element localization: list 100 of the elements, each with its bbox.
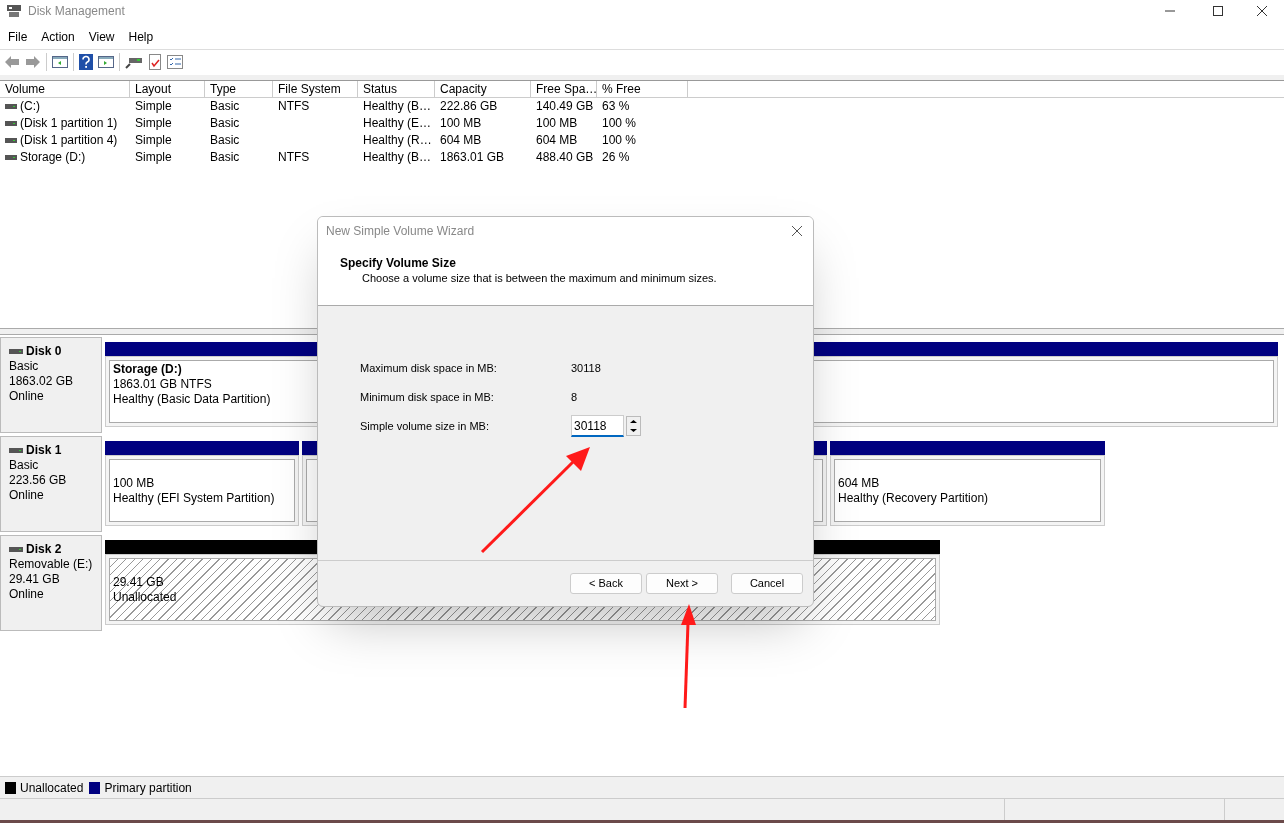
partition-title: Storage (D:)	[113, 362, 182, 378]
panel-icon[interactable]	[98, 55, 114, 70]
disk-info: Basic	[9, 359, 39, 375]
table-cell-text: Storage (D:)	[20, 149, 86, 167]
table-cell-text: 488.40 GB	[536, 149, 594, 167]
spin-buttons[interactable]	[626, 416, 641, 436]
window-title: Disk Management	[28, 2, 125, 20]
field-value: 30118	[571, 360, 601, 376]
partition-info: 100 MB	[113, 475, 155, 491]
dialog-button[interactable]: Cancel	[731, 573, 803, 594]
partition-block[interactable]: 100 MB Healthy (EFI System Partition)	[105, 455, 299, 527]
back-arrow-icon[interactable]	[4, 55, 20, 70]
table-cell-text: Simple	[135, 132, 172, 150]
column-header[interactable]: Layout	[130, 80, 205, 98]
disk-info: 29.41 GB	[9, 572, 60, 588]
table-cell-text: Simple	[135, 115, 172, 133]
table-cell-text: 63 %	[602, 98, 630, 116]
column-header[interactable]: Capacity	[435, 80, 531, 98]
menu-item[interactable]: Action	[41, 27, 75, 46]
disk-label-panel[interactable]: Disk 1 Basic 223.56 GB Online	[0, 436, 102, 533]
table-cell-text: 100 %	[602, 132, 637, 150]
partition-info: 604 MB	[838, 475, 880, 491]
table-cell-text: Healthy (B…	[363, 149, 432, 167]
close-icon[interactable]	[791, 225, 803, 237]
close-icon[interactable]	[1256, 4, 1268, 17]
disk-name: Disk 1	[26, 443, 62, 459]
table-cell-text: 100 MB	[536, 115, 578, 133]
table-cell-text: Simple	[135, 149, 172, 167]
panel-icon[interactable]	[52, 55, 68, 70]
dialog-button[interactable]: Next >	[646, 573, 718, 594]
drive-icon	[5, 137, 17, 143]
field-label: Simple volume size in MB:	[360, 418, 490, 434]
checked-document-icon[interactable]	[148, 54, 162, 71]
column-header[interactable]: % Free	[597, 80, 688, 98]
disk-info: Removable (E:)	[9, 557, 93, 573]
drive-icon	[9, 349, 23, 355]
drive-icon	[5, 103, 17, 109]
disk-info: Online	[9, 488, 44, 504]
legend-label: Unallocated	[20, 779, 84, 797]
menu-item[interactable]: View	[88, 27, 115, 46]
column-header[interactable]: File System	[273, 80, 358, 98]
column-header[interactable]: Free Spa…	[531, 80, 597, 98]
table-cell-text: Basic	[210, 98, 240, 116]
wizard-heading: Specify Volume Size	[340, 256, 457, 271]
legend-label: Primary partition	[104, 779, 192, 797]
table-cell-text: 1863.01 GB	[440, 149, 505, 167]
disk-label-panel[interactable]: Disk 0 Basic 1863.02 GB Online	[0, 337, 102, 434]
volume-size-input[interactable]: 30118	[571, 415, 624, 437]
drive-icon	[5, 154, 17, 160]
drive-icon	[9, 547, 23, 553]
menu-item[interactable]: Help	[128, 27, 154, 46]
field-label: Maximum disk space in MB:	[360, 360, 498, 376]
wizard-subheading: Choose a volume size that is between the maximum and minimum sizes.	[362, 271, 718, 285]
table-cell-text: 222.86 GB	[440, 98, 498, 116]
disk-info: Basic	[9, 458, 39, 474]
partition-info: 29.41 GB	[113, 574, 164, 590]
forward-arrow-icon[interactable]	[25, 55, 41, 70]
help-icon[interactable]	[79, 54, 93, 71]
disk-name: Disk 2	[26, 542, 62, 558]
disk-info: Online	[9, 587, 44, 603]
field-label: Minimum disk space in MB:	[360, 389, 495, 405]
table-cell-text: 100 MB	[440, 115, 482, 133]
table-cell-text: Simple	[135, 98, 172, 116]
table-cell-text: Healthy (E…	[363, 115, 432, 133]
table-cell-text: 100 %	[602, 115, 637, 133]
checklist-icon[interactable]	[167, 55, 183, 70]
table-cell-text: Basic	[210, 149, 240, 167]
partition-info: Healthy (Recovery Partition)	[838, 490, 989, 506]
partition-info: Unallocated	[113, 589, 177, 605]
table-cell-text: (Disk 1 partition 1)	[20, 115, 118, 133]
disk-name: Disk 0	[26, 344, 62, 360]
column-header[interactable]: Volume	[0, 80, 130, 98]
menu-item[interactable]: File	[8, 27, 28, 46]
table-cell-text: NTFS	[278, 98, 310, 116]
table-cell-text: (C:)	[20, 98, 40, 116]
dialog-title: New Simple Volume Wizard	[326, 223, 475, 240]
partition-info: Healthy (EFI System Partition)	[113, 490, 275, 506]
disk-label-panel[interactable]: Disk 2 Removable (E:) 29.41 GB Online	[0, 535, 102, 632]
table-cell-text: 140.49 GB	[536, 98, 594, 116]
column-header[interactable]: Status	[358, 80, 435, 98]
maximize-icon[interactable]	[1212, 4, 1224, 17]
drive-icon	[5, 120, 17, 126]
disk-management-icon	[6, 3, 22, 18]
table-cell-text: Healthy (B…	[363, 98, 432, 116]
drive-icon	[9, 448, 23, 454]
table-cell-text: NTFS	[278, 149, 310, 167]
disk-info: 223.56 GB	[9, 473, 67, 489]
table-cell-text: Healthy (R…	[363, 132, 432, 150]
dialog-button[interactable]: < Back	[570, 573, 642, 594]
table-cell-text: 604 MB	[440, 132, 482, 150]
table-cell-text: Basic	[210, 115, 240, 133]
partition-block[interactable]: 604 MB Healthy (Recovery Partition)	[830, 455, 1105, 527]
disk-search-icon[interactable]	[125, 55, 143, 70]
table-cell-text: (Disk 1 partition 4)	[20, 132, 118, 150]
field-value: 8	[571, 389, 578, 405]
table-cell-text: Basic	[210, 132, 240, 150]
column-header[interactable]: Type	[205, 80, 273, 98]
partition-info: 1863.01 GB NTFS	[113, 377, 212, 393]
disk-info: 1863.02 GB	[9, 374, 74, 390]
disk-info: Online	[9, 389, 44, 405]
